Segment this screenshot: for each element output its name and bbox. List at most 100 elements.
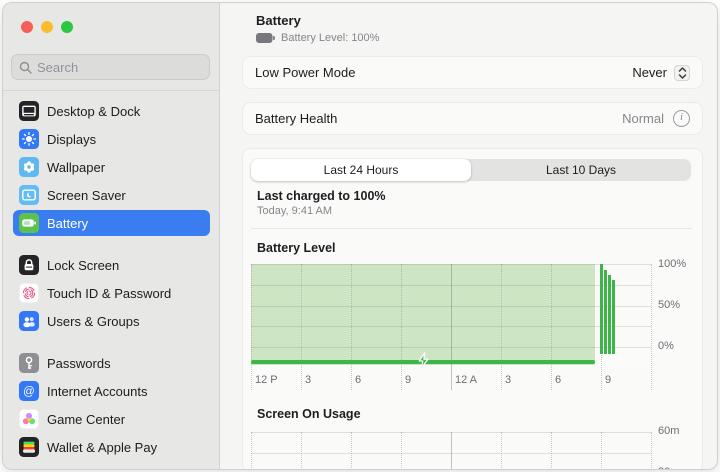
sidebar-item-wallet[interactable]: Wallet & Apple Pay xyxy=(13,434,210,460)
gridline xyxy=(551,432,552,470)
sidebar-item-touch-id[interactable]: Touch ID & Password xyxy=(13,280,210,306)
search-input[interactable]: Search xyxy=(11,54,210,80)
x-tick-label: 3 xyxy=(305,374,311,386)
sidebar-item-label: Wallpaper xyxy=(47,160,105,175)
close-button[interactable] xyxy=(21,21,33,33)
sidebar-item-lock-screen[interactable]: Lock Screen xyxy=(13,252,210,278)
info-icon[interactable]: i xyxy=(673,110,690,127)
gridline xyxy=(251,264,651,265)
gridline xyxy=(251,432,651,433)
sidebar-item-label: Screen Saver xyxy=(47,188,126,203)
window-controls xyxy=(21,21,73,33)
x-tick-label: 6 xyxy=(555,374,561,386)
low-power-mode-row: Low Power Mode Never xyxy=(242,56,703,89)
gridline xyxy=(251,432,252,470)
low-power-mode-label: Low Power Mode xyxy=(255,65,632,80)
x-tick-label: 9 xyxy=(605,374,611,386)
system-settings-window: Search Desktop & Dock xyxy=(2,2,718,470)
gridline xyxy=(251,306,651,307)
battery-usage-card: Last 24 Hours Last 10 Days Last charged … xyxy=(242,148,703,470)
gridline xyxy=(651,264,652,390)
y-tick-label: 60m xyxy=(658,425,679,437)
x-tick-label: 12 A xyxy=(455,374,477,386)
battery-bar xyxy=(604,270,607,354)
battery-pane: Battery Battery Level: 100% Low Power Mo… xyxy=(221,3,717,469)
desktop-dock-icon xyxy=(19,101,39,121)
touch-id-icon xyxy=(19,283,39,303)
sidebar-item-label: Internet Accounts xyxy=(47,384,147,399)
gridline xyxy=(251,285,651,286)
wallpaper-icon xyxy=(19,157,39,177)
battery-health-value: Normal xyxy=(622,111,664,126)
x-tick-label: 12 P xyxy=(255,374,278,386)
battery-status-text: Battery Level: 100% xyxy=(281,32,379,44)
lightning-bolt-icon xyxy=(417,352,430,369)
gridline xyxy=(251,326,651,327)
y-tick-label: 0% xyxy=(658,340,674,352)
sidebar-item-battery[interactable]: Battery xyxy=(13,210,210,236)
sidebar: Search Desktop & Dock xyxy=(3,3,220,469)
battery-level-chart xyxy=(251,264,651,347)
sidebar-item-label: Displays xyxy=(47,132,96,147)
zoom-button[interactable] xyxy=(61,21,73,33)
sidebar-item-label: Users & Groups xyxy=(47,314,139,329)
tab-last-24-hours[interactable]: Last 24 Hours xyxy=(251,159,471,181)
sidebar-item-passwords[interactable]: Passwords xyxy=(13,350,210,376)
last-charged-subtitle: Today, 9:41 AM xyxy=(257,205,332,217)
sidebar-item-internet-accounts[interactable]: @ Internet Accounts xyxy=(13,378,210,404)
x-tick-label: 6 xyxy=(355,374,361,386)
sidebar-item-label: Lock Screen xyxy=(47,258,119,273)
divider xyxy=(251,228,692,229)
sidebar-item-screen-saver[interactable]: Screen Saver xyxy=(13,182,210,208)
gridline xyxy=(251,453,651,454)
battery-icon xyxy=(19,213,39,233)
screen-on-usage-chart xyxy=(251,432,651,470)
sidebar-item-game-center[interactable]: Game Center xyxy=(13,406,210,432)
sidebar-item-label: Desktop & Dock xyxy=(47,104,140,119)
battery-bar xyxy=(600,264,603,354)
battery-health-row: Battery Health Normal i xyxy=(242,102,703,135)
sidebar-item-label: Game Center xyxy=(47,412,125,427)
sidebar-item-displays[interactable]: Displays xyxy=(13,126,210,152)
x-tick-label: 9 xyxy=(405,374,411,386)
sidebar-item-label: Touch ID & Password xyxy=(47,286,171,301)
screen-saver-icon xyxy=(19,185,39,205)
game-center-icon xyxy=(19,409,39,429)
low-power-mode-value: Never xyxy=(632,65,667,80)
gridline xyxy=(301,432,302,470)
battery-status-line: Battery Level: 100% xyxy=(256,32,379,44)
minimize-button[interactable] xyxy=(41,21,53,33)
x-tick-label: 3 xyxy=(505,374,511,386)
sidebar-item-desktop-dock[interactable]: Desktop & Dock xyxy=(13,98,210,124)
battery-health-label: Battery Health xyxy=(255,111,622,126)
gridline xyxy=(251,347,651,348)
wallet-icon xyxy=(19,437,39,457)
sidebar-item-label: Battery xyxy=(47,216,88,231)
last-charged-title: Last charged to 100% xyxy=(257,189,386,203)
battery-glyph-icon xyxy=(256,33,275,43)
passwords-icon xyxy=(19,353,39,373)
gridline xyxy=(351,432,352,470)
gridline xyxy=(451,432,452,470)
battery-bar xyxy=(612,280,615,354)
gridline xyxy=(601,432,602,470)
sidebar-item-users-groups[interactable]: Users & Groups xyxy=(13,308,210,334)
sidebar-divider xyxy=(3,90,219,91)
users-groups-icon xyxy=(19,311,39,331)
page-title: Battery xyxy=(256,13,301,28)
battery-level-area-fill xyxy=(251,264,595,365)
time-range-segmented-control: Last 24 Hours Last 10 Days xyxy=(251,159,691,181)
gridline xyxy=(651,432,652,470)
svg-text:@: @ xyxy=(23,386,35,398)
search-icon xyxy=(19,61,32,74)
screen-on-usage-chart-title: Screen On Usage xyxy=(257,407,361,421)
displays-icon xyxy=(19,129,39,149)
sidebar-item-wallpaper[interactable]: Wallpaper xyxy=(13,154,210,180)
lock-screen-icon xyxy=(19,255,39,275)
search-placeholder: Search xyxy=(37,60,78,75)
battery-bar xyxy=(608,275,611,354)
low-power-mode-dropdown[interactable] xyxy=(674,65,690,81)
tab-last-10-days[interactable]: Last 10 Days xyxy=(471,159,691,181)
battery-level-chart-title: Battery Level xyxy=(257,241,336,255)
y-tick-label: 100% xyxy=(658,258,686,270)
